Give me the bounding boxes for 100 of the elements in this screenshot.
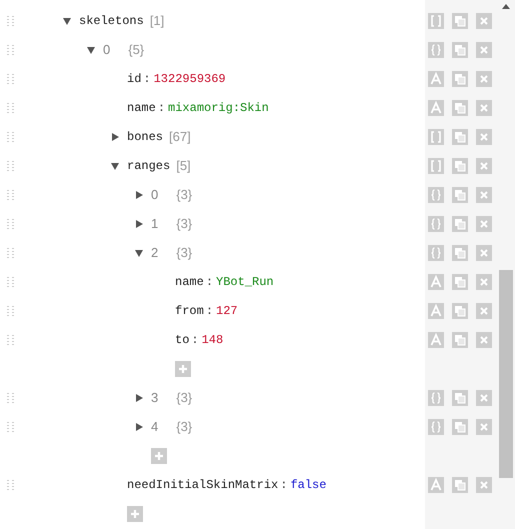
object-type-icon[interactable] (428, 42, 444, 58)
value-type-icon[interactable] (428, 100, 444, 116)
collapse-arrow-icon[interactable] (111, 162, 119, 170)
delete-icon[interactable] (476, 216, 492, 232)
collapse-arrow-icon[interactable] (87, 46, 95, 54)
copy-icon[interactable] (452, 418, 468, 434)
value-type-icon[interactable] (428, 302, 444, 318)
expand-arrow-icon[interactable] (111, 132, 119, 140)
copy-icon[interactable] (452, 216, 468, 232)
drag-handle-icon[interactable] (7, 218, 15, 228)
drag-handle-icon[interactable] (7, 160, 15, 170)
drag-handle-icon[interactable] (7, 74, 15, 84)
value-text[interactable]: 148 (202, 332, 224, 346)
object-type-icon[interactable] (428, 418, 444, 434)
delete-icon[interactable] (476, 332, 492, 348)
separator: : (158, 100, 166, 114)
item-count: {5} (128, 42, 144, 57)
delete-icon[interactable] (476, 12, 492, 28)
value-text[interactable]: mixamorig:Skin (168, 100, 269, 114)
copy-icon[interactable] (452, 12, 468, 28)
drag-handle-icon[interactable] (7, 44, 15, 54)
value-text[interactable]: YBot_Run (216, 274, 274, 288)
delete-icon[interactable] (476, 302, 492, 318)
copy-icon[interactable] (452, 100, 468, 116)
item-count: {3} (176, 216, 192, 231)
item-count: {3} (176, 245, 192, 260)
key-label: name (175, 274, 204, 288)
value-type-icon[interactable] (428, 476, 444, 492)
expand-arrow-icon[interactable] (135, 394, 143, 402)
drag-handle-icon[interactable] (7, 392, 15, 402)
object-type-icon[interactable] (428, 216, 444, 232)
scrollbar-thumb[interactable] (499, 270, 513, 478)
key-label: skeletons (79, 14, 144, 28)
delete-icon[interactable] (476, 418, 492, 434)
add-item-button[interactable] (151, 448, 167, 464)
copy-icon[interactable] (452, 390, 468, 406)
key-label: bones (127, 130, 164, 144)
value-type-icon[interactable] (428, 70, 444, 86)
drag-handle-icon[interactable] (7, 276, 15, 286)
item-count: {3} (176, 187, 192, 202)
key-label: ranges (127, 158, 170, 172)
item-count: [5] (176, 158, 191, 173)
value-text[interactable]: 1322959369 (154, 72, 226, 86)
object-type-icon[interactable] (428, 244, 444, 260)
collapse-arrow-icon[interactable] (135, 248, 143, 256)
array-type-icon[interactable] (428, 12, 444, 28)
separator: : (206, 304, 214, 318)
key-label: to (175, 332, 190, 346)
copy-icon[interactable] (452, 158, 468, 174)
drag-handle-icon[interactable] (7, 16, 15, 26)
copy-icon[interactable] (452, 274, 468, 290)
array-type-icon[interactable] (428, 128, 444, 144)
expand-arrow-icon[interactable] (135, 190, 143, 198)
delete-icon[interactable] (476, 128, 492, 144)
index-label: 0 (103, 42, 110, 57)
copy-icon[interactable] (452, 476, 468, 492)
drag-handle-icon[interactable] (7, 248, 15, 258)
copy-icon[interactable] (452, 332, 468, 348)
drag-handle-icon[interactable] (7, 334, 15, 344)
object-type-icon[interactable] (428, 390, 444, 406)
key-label: id (127, 72, 142, 86)
index-label: 2 (151, 245, 158, 260)
copy-icon[interactable] (452, 302, 468, 318)
copy-icon[interactable] (452, 186, 468, 202)
drag-handle-icon[interactable] (7, 190, 15, 200)
copy-icon[interactable] (452, 128, 468, 144)
delete-icon[interactable] (476, 70, 492, 86)
expand-arrow-icon[interactable] (135, 220, 143, 228)
delete-icon[interactable] (476, 100, 492, 116)
separator: : (206, 274, 214, 288)
value-text[interactable]: false (290, 478, 326, 492)
collapse-arrow-icon[interactable] (63, 16, 71, 24)
value-text[interactable]: 127 (216, 304, 238, 318)
add-item-button[interactable] (127, 506, 143, 522)
item-count: {3} (176, 390, 192, 405)
delete-icon[interactable] (476, 274, 492, 290)
drag-handle-icon[interactable] (7, 132, 15, 142)
copy-icon[interactable] (452, 42, 468, 58)
delete-icon[interactable] (476, 42, 492, 58)
add-item-button[interactable] (175, 360, 191, 376)
delete-icon[interactable] (476, 158, 492, 174)
drag-handle-icon[interactable] (7, 102, 15, 112)
value-type-icon[interactable] (428, 274, 444, 290)
delete-icon[interactable] (476, 390, 492, 406)
key-label: name (127, 100, 156, 114)
copy-icon[interactable] (452, 70, 468, 86)
value-type-icon[interactable] (428, 332, 444, 348)
expand-arrow-icon[interactable] (135, 422, 143, 430)
scroll-up-icon[interactable] (502, 4, 510, 9)
drag-handle-icon[interactable] (7, 480, 15, 490)
drag-handle-icon[interactable] (7, 422, 15, 432)
delete-icon[interactable] (476, 244, 492, 260)
array-type-icon[interactable] (428, 158, 444, 174)
object-type-icon[interactable] (428, 186, 444, 202)
index-label: 3 (151, 390, 158, 405)
delete-icon[interactable] (476, 476, 492, 492)
drag-handle-icon[interactable] (7, 306, 15, 316)
copy-icon[interactable] (452, 244, 468, 260)
item-count: [67] (169, 129, 191, 144)
delete-icon[interactable] (476, 186, 492, 202)
